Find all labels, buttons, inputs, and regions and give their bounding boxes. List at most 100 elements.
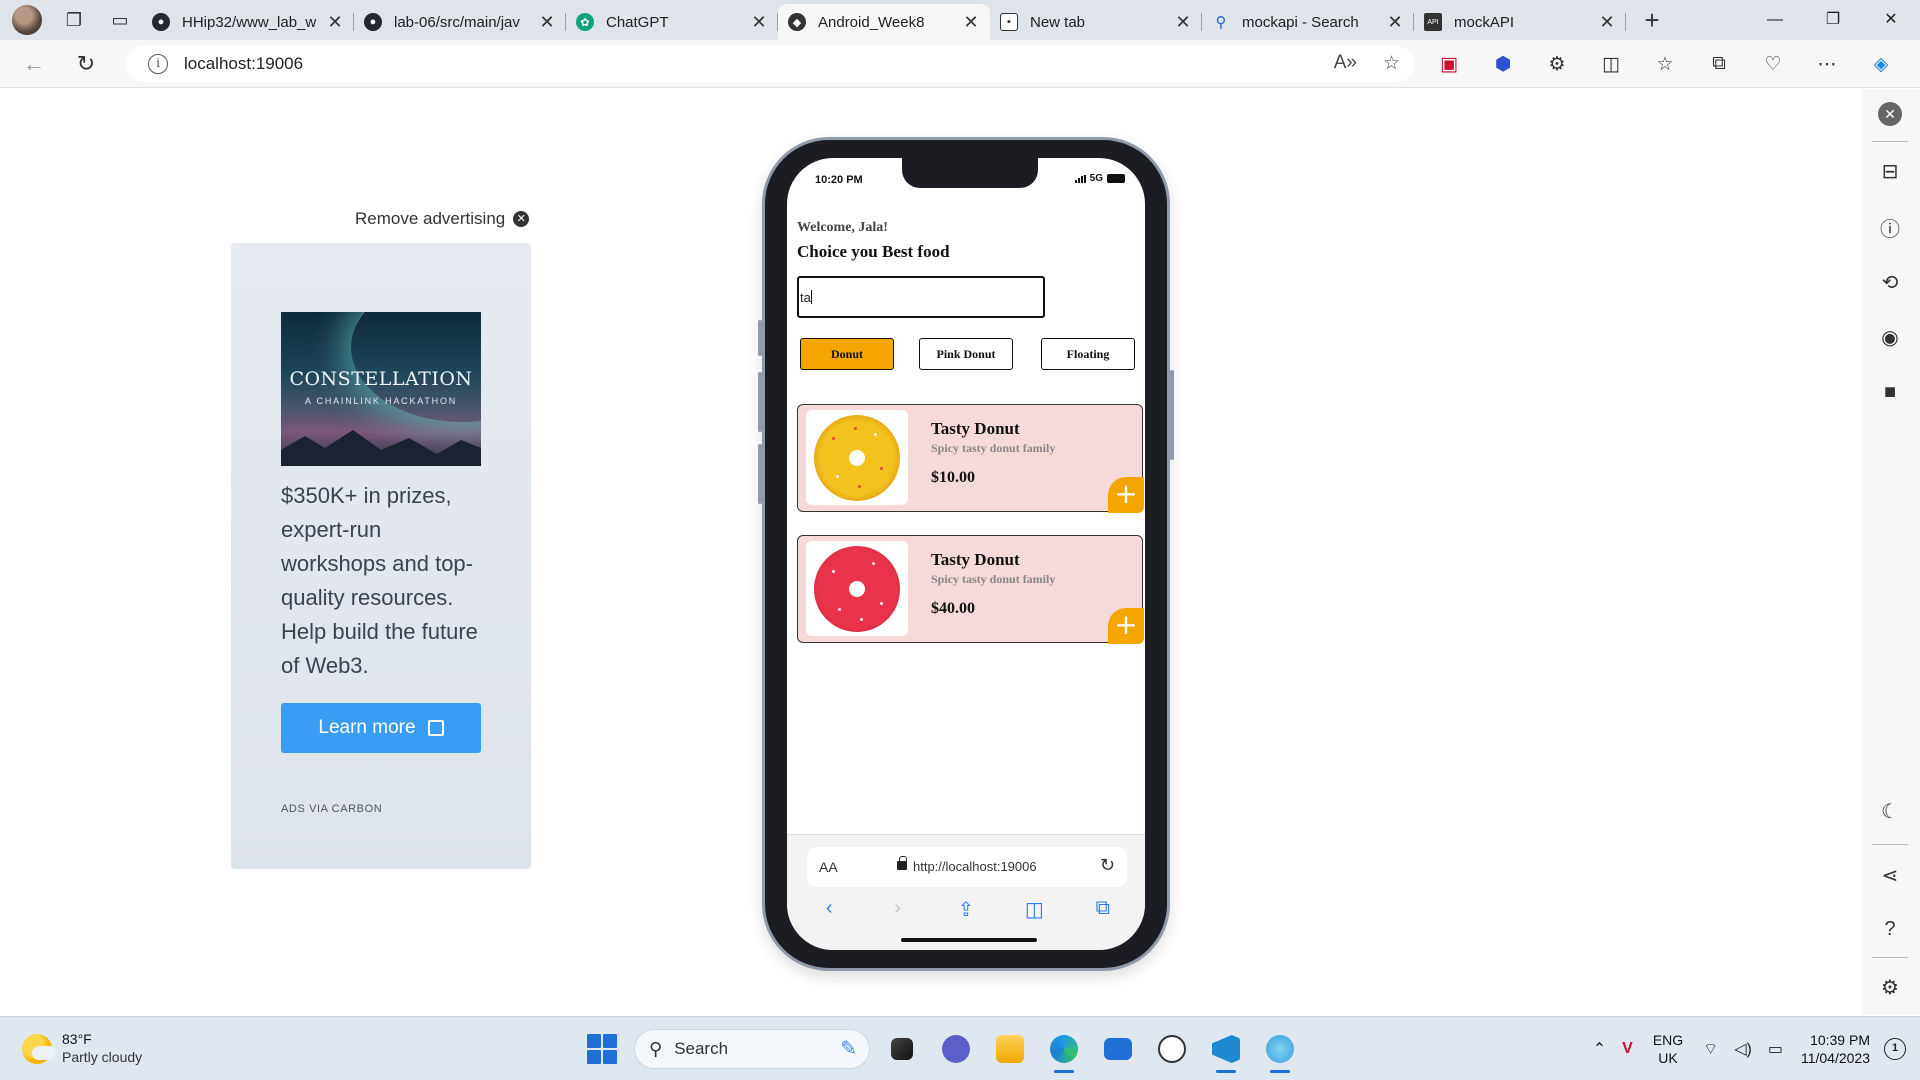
tab-mockapi[interactable]: API mockAPI ✕ [1414, 4, 1626, 40]
window-controls: — ❐ ✕ [1746, 0, 1920, 40]
category-donut-button[interactable]: Donut [800, 338, 894, 370]
new-tab-button[interactable]: + [1632, 0, 1672, 40]
category-floating-button[interactable]: Floating [1041, 338, 1135, 370]
info-icon[interactable]: ⓘ [1876, 213, 1904, 241]
extensions-icon[interactable]: ⚙ [1540, 47, 1574, 81]
profile-avatar[interactable] [12, 5, 42, 35]
mail-button[interactable] [1096, 1027, 1140, 1071]
camera-icon[interactable]: ◉ [1876, 323, 1904, 351]
clock[interactable]: 10:39 PM 11/04/2023 [1801, 1031, 1870, 1067]
close-icon[interactable]: ✕ [1386, 12, 1404, 33]
lock-icon [897, 856, 907, 870]
language-indicator[interactable]: ENG UK [1653, 1031, 1683, 1067]
favorites-icon[interactable]: ☆ [1648, 47, 1682, 81]
mcafee-extension-icon[interactable]: ▣ [1432, 47, 1466, 81]
safari-back-icon[interactable]: ‹ [814, 897, 844, 922]
close-icon[interactable]: ✕ [1598, 12, 1616, 33]
wifi-icon[interactable]: ⌔ [1703, 1039, 1718, 1059]
collections-icon[interactable]: ⧉ [1702, 47, 1736, 81]
ad-image[interactable]: CONSTELLATION A CHAINLINK HACKATHON [281, 312, 481, 466]
share-icon[interactable]: ⋖ [1876, 861, 1904, 889]
app-button[interactable] [1258, 1027, 1302, 1073]
favorite-star-icon[interactable]: ☆ [1383, 52, 1400, 75]
tab-android-week8[interactable]: ◆ Android_Week8 ✕ [778, 4, 990, 40]
add-to-cart-plus-icon[interactable]: + [1108, 477, 1144, 513]
edge-button[interactable] [1042, 1027, 1086, 1073]
volume-icon[interactable]: ◁) [1734, 1039, 1752, 1059]
tab-new-tab[interactable]: ▪ New tab ✕ [990, 4, 1202, 40]
search-input[interactable]: ta [797, 276, 1045, 318]
tabs-icon[interactable]: ⧉ [1088, 897, 1118, 922]
text-cursor [810, 290, 812, 304]
teams-chat-button[interactable] [934, 1027, 978, 1071]
learn-more-button[interactable]: Learn more [281, 703, 481, 753]
task-view-icon [891, 1038, 913, 1060]
github-icon: ● [152, 13, 170, 31]
dell-button[interactable] [1150, 1027, 1194, 1071]
restore-icon[interactable]: ❐ [1804, 0, 1862, 40]
vscode-button[interactable] [1204, 1027, 1248, 1073]
tab-mockapi-search[interactable]: ⚲ mockapi - Search ✕ [1202, 4, 1414, 40]
bookmarks-icon[interactable]: ◫ [1019, 897, 1049, 922]
close-circle-icon[interactable]: ✕ [513, 211, 530, 227]
share-icon[interactable]: ⇪ [951, 897, 981, 922]
category-pink-donut-button[interactable]: Pink Donut [919, 338, 1013, 370]
remove-advertising-link[interactable]: Remove advertising ✕ [355, 209, 530, 229]
back-button[interactable]: ← [16, 46, 52, 82]
notification-badge[interactable]: 1 [1884, 1038, 1906, 1060]
video-record-icon[interactable]: ■ [1876, 378, 1904, 406]
github-icon: ● [364, 13, 382, 31]
split-screen-icon[interactable]: ◫ [1594, 47, 1628, 81]
close-icon[interactable]: ✕ [1174, 12, 1192, 33]
browser-essentials-icon[interactable]: ♡ [1756, 47, 1790, 81]
workspaces-icon[interactable]: ❐ [60, 6, 88, 34]
close-icon[interactable]: ✕ [750, 12, 768, 33]
more-menu-icon[interactable]: ⋯ [1810, 47, 1844, 81]
close-icon[interactable]: ✕ [962, 12, 980, 33]
taskbar-search[interactable]: ⚲ Search ✎ [634, 1029, 870, 1069]
rotate-icon[interactable]: ⟲ [1876, 268, 1904, 296]
tab-actions-icon[interactable]: ▭ [106, 6, 134, 34]
tab-github-1[interactable]: ● HHip32/www_lab_w ✕ [142, 4, 354, 40]
read-aloud-icon[interactable]: A» [1334, 52, 1357, 75]
ad-body-text[interactable]: $350K+ in prizes, expert-run workshops a… [281, 479, 491, 683]
close-panel-icon[interactable]: ✕ [1876, 100, 1904, 128]
product-card[interactable]: Tasty Donut Spicy tasty donut family $10… [797, 404, 1144, 513]
dark-mode-moon-icon[interactable]: ☾ [1876, 797, 1904, 825]
refresh-button[interactable]: ↻ [68, 46, 104, 82]
show-hidden-icons-chevron-icon[interactable]: ⌃ [1593, 1039, 1606, 1059]
product-name: Tasty Donut [931, 550, 1020, 569]
responsive-devices-icon[interactable]: ⊟ [1876, 157, 1904, 185]
ublock-extension-icon[interactable]: ⬢ [1486, 47, 1520, 81]
site-info-icon[interactable]: i [148, 54, 168, 74]
ads-via-carbon-label[interactable]: ADS VIA CARBON [281, 803, 382, 815]
file-explorer-button[interactable] [988, 1027, 1032, 1071]
add-to-cart-plus-icon[interactable]: + [1108, 608, 1144, 644]
battery-icon[interactable]: ▭ [1768, 1039, 1783, 1059]
task-view-button[interactable] [880, 1027, 924, 1071]
search-icon: ⚲ [649, 1038, 663, 1059]
close-icon[interactable]: ✕ [538, 12, 556, 33]
settings-gear-icon[interactable]: ⚙ [1876, 973, 1904, 1001]
safari-address-bar[interactable]: AA http://localhost:19006 ↻ [807, 847, 1127, 887]
address-text[interactable]: localhost:19006 [184, 54, 303, 74]
close-icon[interactable]: ✕ [326, 12, 344, 33]
tab-chatgpt[interactable]: ✿ ChatGPT ✕ [566, 4, 778, 40]
copilot-icon[interactable]: ◈ [1864, 47, 1898, 81]
address-actions: A» ☆ [1334, 52, 1400, 75]
address-bar[interactable]: i localhost:19006 A» ☆ [126, 46, 1414, 82]
close-window-icon[interactable]: ✕ [1862, 0, 1920, 40]
minimize-icon[interactable]: — [1746, 0, 1804, 40]
weather-widget[interactable]: 83°F Partly cloudy [22, 1031, 142, 1066]
text-size-button[interactable]: AA [819, 859, 838, 875]
tab-github-2[interactable]: ● lab-06/src/main/jav ✕ [354, 4, 566, 40]
safari-forward-icon[interactable]: › [883, 897, 913, 922]
start-button[interactable] [580, 1027, 624, 1071]
product-card[interactable]: Tasty Donut Spicy tasty donut family $40… [797, 535, 1144, 644]
signal-icon [1074, 174, 1086, 183]
system-tray: ⌃ V ENG UK ⌔ ◁) ▭ 10:39 PM 11/04/2023 1 [1585, 1017, 1920, 1080]
help-icon[interactable]: ? [1876, 915, 1904, 943]
reload-icon[interactable]: ↻ [1100, 855, 1115, 876]
safari-url-text[interactable]: http://localhost:19006 [913, 859, 1037, 874]
mcafee-tray-icon[interactable]: V [1622, 1040, 1633, 1058]
